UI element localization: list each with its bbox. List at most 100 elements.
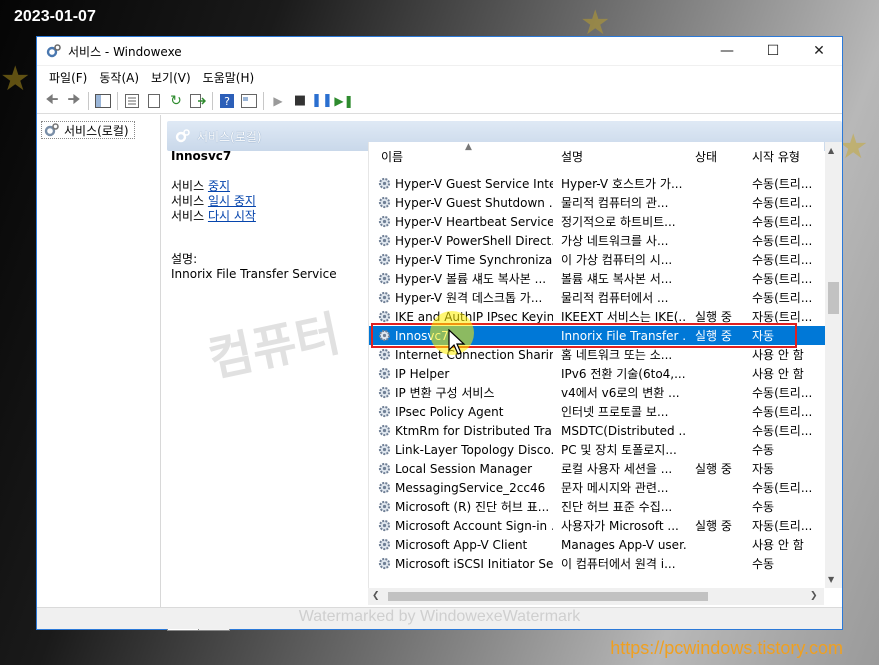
document-icon[interactable] xyxy=(143,90,165,112)
service-startup-cell: 수동(트리... xyxy=(752,253,813,267)
scroll-up-arrow-icon[interactable]: ▲ xyxy=(828,146,834,155)
service-row[interactable]: IP Helper IPv6 전환 기술(6to4,... 사용 안 함 xyxy=(369,364,825,383)
service-description-cell: 홈 네트워크 또는 소... xyxy=(561,348,673,362)
maximize-button[interactable]: ☐ xyxy=(750,37,796,66)
service-description: Innorix File Transfer Service xyxy=(171,267,337,281)
help-icon[interactable]: ? xyxy=(216,90,238,112)
selected-service-row[interactable]: Innosvc7 Innorix File Transfer ... 실행 중 자동 xyxy=(369,323,825,348)
toolbar: 🠈 🠊 ↻ ? ▶ ■ ❚❚ ▶❚ xyxy=(37,88,842,114)
service-status-cell: 실행 중 xyxy=(695,310,732,324)
menu-view[interactable]: 보기(V) xyxy=(145,69,197,86)
export-list-icon[interactable] xyxy=(187,90,209,112)
service-row[interactable]: Local Session Manager 로컬 사용자 세션을 ... 실행 중 자… xyxy=(369,459,825,478)
service-row[interactable]: IKE and AuthIP IPsec Keyin... IKEEXT 서비스는… xyxy=(369,307,825,326)
horizontal-scroll-thumb[interactable] xyxy=(388,592,708,601)
service-row[interactable]: Internet Connection Sharin... 홈 네트워크 또는 소… xyxy=(369,345,825,364)
service-row[interactable]: MessagingService_2cc46 문자 메시지와 관련... 수동(트리… xyxy=(369,478,825,497)
menu-action[interactable]: 동작(A) xyxy=(93,69,145,86)
service-row[interactable]: Hyper-V Heartbeat Service 정기적으로 하트비트... 수동… xyxy=(369,212,825,231)
service-gear-icon xyxy=(378,500,391,513)
column-header-description[interactable]: 설명 xyxy=(561,148,583,165)
service-row[interactable]: IPsec Policy Agent 인터넷 프로토콜 보... 수동(트리... xyxy=(369,402,825,421)
service-description-cell: 정기적으로 하트비트... xyxy=(561,215,676,229)
scroll-down-arrow-icon[interactable]: ▼ xyxy=(828,575,834,584)
service-description-cell: 이 가상 컴퓨터의 시... xyxy=(561,253,673,267)
refresh-icon[interactable]: ↻ xyxy=(165,90,187,112)
service-row[interactable]: Hyper-V Time Synchroniza... 이 가상 컴퓨터의 시..… xyxy=(369,250,825,269)
vertical-scrollbar[interactable]: ▲ ▼ xyxy=(825,142,842,588)
services-gear-icon xyxy=(175,129,190,143)
properties-list-icon[interactable] xyxy=(121,90,143,112)
service-name-cell: KtmRm for Distributed Tra... xyxy=(395,423,553,438)
column-header-status[interactable]: 상태 xyxy=(695,148,717,165)
scroll-right-arrow-icon[interactable]: ❯ xyxy=(810,591,818,601)
back-arrow-icon[interactable]: 🠈 xyxy=(41,90,63,112)
service-name-cell: Hyper-V PowerShell Direct... xyxy=(395,233,553,248)
service-row[interactable]: Microsoft (R) 진단 허브 표... 진단 허브 표준 수집... 수동 xyxy=(369,497,825,516)
service-description-cell: Hyper-V 호스트가 가... xyxy=(561,177,683,191)
service-row[interactable]: Hyper-V PowerShell Direct... 가상 네트워크를 사..… xyxy=(369,231,825,250)
service-gear-icon xyxy=(378,234,391,247)
service-startup-cell: 사용 안 함 xyxy=(752,348,804,362)
menu-help[interactable]: 도움말(H) xyxy=(197,69,261,86)
service-row[interactable]: Hyper-V Guest Service Inte... Hyper-V 호스트… xyxy=(369,174,825,193)
close-button[interactable]: ✕ xyxy=(796,37,842,66)
service-name-cell: Microsoft (R) 진단 허브 표... xyxy=(395,500,550,514)
console-view-icon[interactable] xyxy=(238,90,260,112)
tree-item-services-local[interactable]: 서비스(로컬) xyxy=(41,121,135,139)
column-header-name[interactable]: 이름 xyxy=(381,148,403,165)
star-decoration-icon: ★ xyxy=(580,3,611,43)
service-name-cell: IP Helper xyxy=(395,366,450,381)
title-bar[interactable]: 서비스 - Windowexe — ☐ ✕ xyxy=(37,37,842,66)
service-name-cell: Hyper-V Time Synchroniza... xyxy=(395,252,553,267)
service-name-cell: Hyper-V 볼륨 섀도 복사본 ... xyxy=(395,272,547,286)
service-row[interactable]: Link-Layer Topology Disco... PC 및 장치 토폴로지… xyxy=(369,440,825,459)
service-description-cell: 물리적 컴퓨터의 관... xyxy=(561,196,669,210)
service-row[interactable]: Microsoft iSCSI Initiator Se... 이 컴퓨터에서 원… xyxy=(369,554,825,573)
service-row[interactable]: Hyper-V Guest Shutdown ... 물리적 컴퓨터의 관... 수… xyxy=(369,193,825,212)
service-name-cell: IKE and AuthIP IPsec Keyin... xyxy=(395,309,553,324)
service-row[interactable]: Hyper-V 볼륨 섀도 복사본 ... 볼륨 섀도 복사본 서... 수동(트리… xyxy=(369,269,825,288)
show-tree-icon[interactable] xyxy=(92,90,114,112)
service-row[interactable]: IP 변환 구성 서비스 v4에서 v6로의 변환 ... 수동(트리... xyxy=(369,383,825,402)
horizontal-scrollbar[interactable]: ❮ ❯ xyxy=(368,588,824,605)
service-gear-icon xyxy=(378,215,391,228)
watermark-text: Watermarked by WindowexeWatermark xyxy=(298,608,581,625)
vertical-scroll-thumb[interactable] xyxy=(828,282,839,314)
service-description-cell: 인터넷 프로토콜 보... xyxy=(561,405,669,419)
service-description-cell: 볼륨 섀도 복사본 서... xyxy=(561,272,673,286)
stop-icon[interactable]: ■ xyxy=(289,90,311,112)
status-bar: Watermarked by WindowexeWatermark xyxy=(37,607,842,629)
restart-icon[interactable]: ▶❚ xyxy=(333,90,355,112)
menu-file[interactable]: 파일(F) xyxy=(43,69,93,86)
scroll-left-arrow-icon[interactable]: ❮ xyxy=(372,591,380,601)
service-gear-icon xyxy=(378,291,391,304)
toolbar-separator xyxy=(263,91,264,110)
tree-item-label: 서비스(로컬) xyxy=(64,123,129,138)
service-description-cell: 이 컴퓨터에서 원격 i... xyxy=(561,557,676,571)
service-startup-cell: 자동(트리... xyxy=(752,519,813,533)
content-header-label: 서비스(로컬) xyxy=(197,129,262,144)
service-row[interactable]: Hyper-V 원격 데스크톱 가... 물리적 컴퓨터에서 ... 수동(트리..… xyxy=(369,288,825,307)
action-prefix: 서비스 xyxy=(171,194,208,208)
pause-icon[interactable]: ❚❚ xyxy=(311,90,333,112)
minimize-button[interactable]: — xyxy=(704,37,750,66)
service-row[interactable]: KtmRm for Distributed Tra... MSDTC(Distri… xyxy=(369,421,825,440)
service-description-cell: 물리적 컴퓨터에서 ... xyxy=(561,291,669,305)
service-name-cell: IP 변환 구성 서비스 xyxy=(395,386,495,400)
forward-arrow-icon[interactable]: 🠊 xyxy=(63,90,85,112)
service-startup-cell: 수동 xyxy=(752,557,775,571)
toolbar-separator xyxy=(117,91,118,110)
window-title: 서비스 - Windowexe xyxy=(68,44,182,59)
toolbar-separator xyxy=(212,91,213,110)
play-icon[interactable]: ▶ xyxy=(267,90,289,112)
service-row[interactable]: Microsoft Account Sign-in ... 사용자가 Micros… xyxy=(369,516,825,535)
pause-service-link[interactable]: 일시 중지 xyxy=(208,194,256,208)
stop-service-link[interactable]: 중지 xyxy=(208,179,230,193)
column-header-startup-type[interactable]: 시작 유형 xyxy=(752,148,800,165)
star-decoration-icon: ★ xyxy=(0,59,31,99)
service-row[interactable]: Microsoft App-V Client Manages App-V user… xyxy=(369,535,825,554)
service-startup-cell: 수동(트리... xyxy=(752,386,813,400)
service-startup-cell: 수동(트리... xyxy=(752,272,813,286)
restart-service-link[interactable]: 다시 시작 xyxy=(208,209,256,223)
